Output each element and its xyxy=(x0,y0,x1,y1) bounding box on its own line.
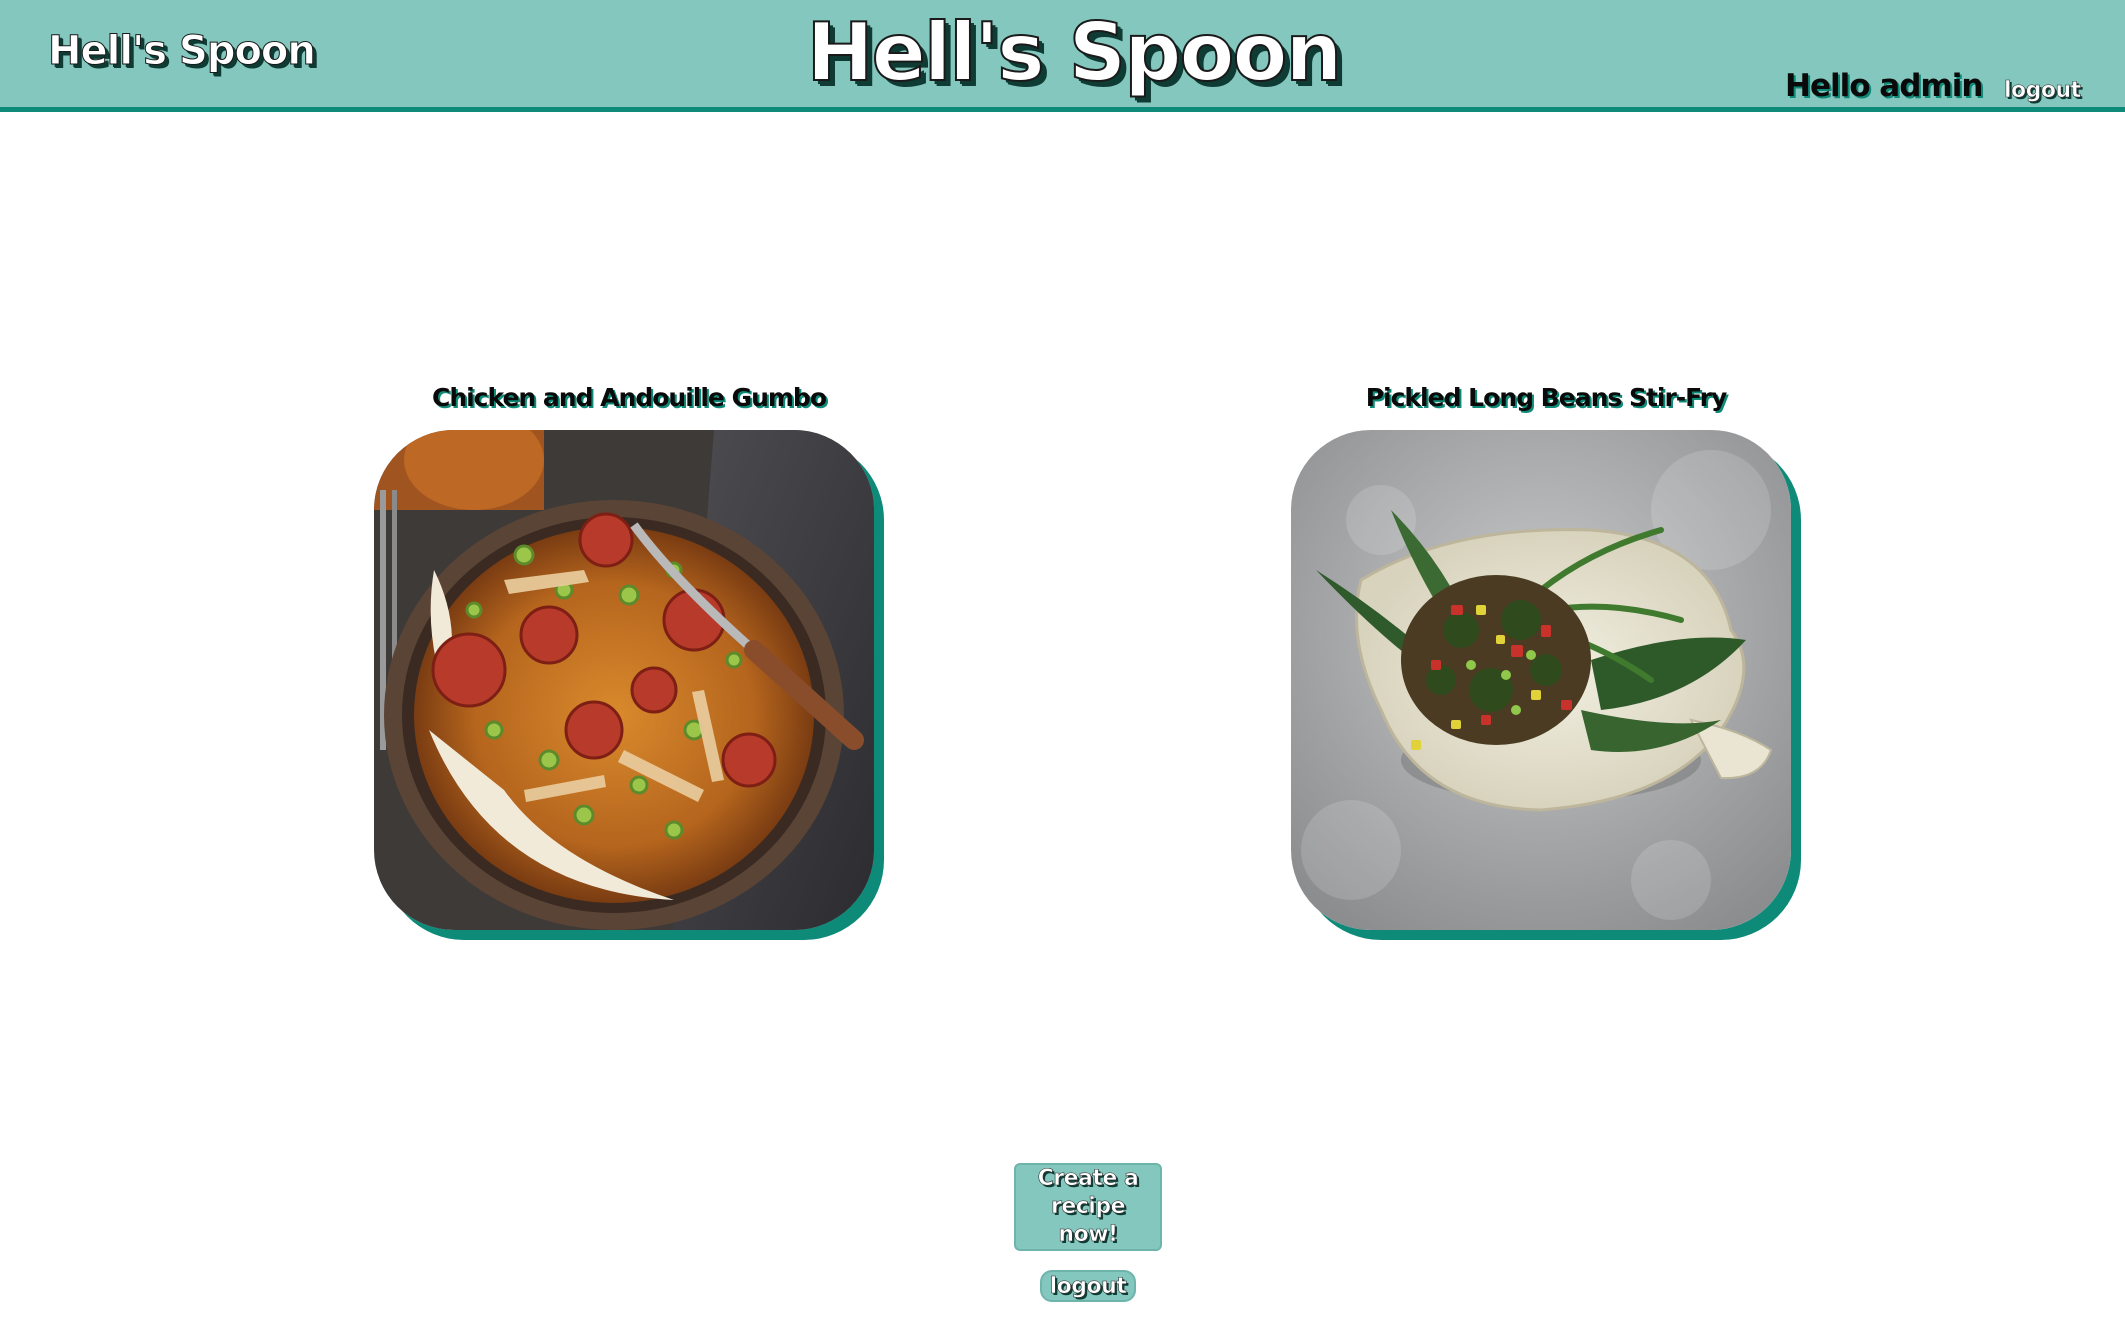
stir-fry-photo xyxy=(1291,430,1791,930)
logout-label: logout xyxy=(1049,1273,1127,1299)
gumbo-photo xyxy=(374,430,874,930)
logout-button[interactable]: logout xyxy=(1040,1270,1136,1302)
recipe-image-stir-fry[interactable] xyxy=(1291,430,1791,930)
create-recipe-label: Create a recipe now! xyxy=(1037,1166,1139,1248)
recipe-card: Chicken and Andouille Gumbo xyxy=(374,380,884,930)
site-title: Hell's Spoon xyxy=(806,5,1344,100)
create-recipe-button[interactable]: Create a recipe now! xyxy=(1014,1163,1162,1251)
header-logout-link[interactable]: logout xyxy=(2004,78,2082,104)
recipe-card: Pickled Long Beans Stir-Fry xyxy=(1291,380,1801,930)
recipe-title[interactable]: Pickled Long Beans Stir-Fry xyxy=(1291,380,1801,416)
user-greeting: Hello admin xyxy=(1785,68,1983,104)
recipe-title[interactable]: Chicken and Andouille Gumbo xyxy=(374,380,884,416)
recipe-image-gumbo[interactable] xyxy=(374,430,874,930)
site-header: Hell's Spoon Hell's Spoon Hello admin lo… xyxy=(0,0,2125,112)
page: Hell's Spoon Hell's Spoon Hello admin lo… xyxy=(0,0,2125,1322)
site-logo-small[interactable]: Hell's Spoon xyxy=(48,28,317,75)
